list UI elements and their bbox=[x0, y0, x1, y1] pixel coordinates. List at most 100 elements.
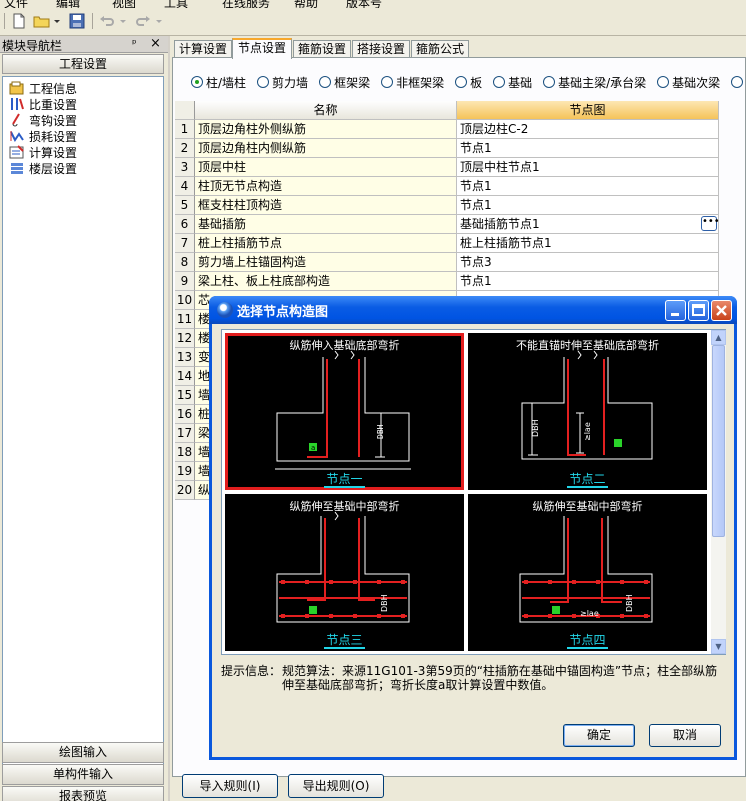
tab-stirrup-settings[interactable]: 箍筋设置 bbox=[293, 40, 351, 58]
nav-item-hook-settings[interactable]: 弯钩设置 bbox=[9, 112, 77, 128]
radio-option[interactable]: 框架梁 bbox=[319, 72, 370, 92]
radio-option[interactable]: 砌 bbox=[731, 72, 746, 92]
radio-button[interactable] bbox=[455, 76, 468, 88]
new-file-icon[interactable] bbox=[10, 12, 28, 30]
menu-item[interactable]: 视图 bbox=[112, 0, 136, 8]
tab-lap-settings[interactable]: 搭接设置 bbox=[352, 40, 410, 58]
node-3-diagram: DBH bbox=[276, 511, 410, 623]
scroll-down-icon[interactable]: ▼ bbox=[711, 639, 726, 654]
radio-button[interactable] bbox=[731, 76, 744, 88]
node-2-diagram: DBH ≥lae bbox=[521, 350, 653, 460]
nav-item-label: 计算设置 bbox=[29, 145, 78, 160]
tab-calc-settings[interactable]: 计算设置 bbox=[174, 40, 232, 58]
grid-cell-node[interactable]: 基础插筋节点1 bbox=[457, 215, 719, 234]
radio-option[interactable]: 柱/墙柱 bbox=[191, 72, 246, 92]
scroll-thumb[interactable] bbox=[712, 345, 725, 537]
grid-cell-node[interactable]: 顶层边柱C-2 bbox=[457, 120, 719, 139]
radio-label: 非框架梁 bbox=[396, 75, 445, 90]
cancel-button[interactable]: 取消 bbox=[649, 724, 721, 747]
row-number: 8 bbox=[175, 253, 195, 272]
menu-item[interactable]: 文件 bbox=[4, 0, 28, 8]
row-number: 7 bbox=[175, 234, 195, 253]
node-label-text: 节点一 bbox=[324, 472, 365, 488]
open-dropdown-icon[interactable] bbox=[52, 12, 62, 30]
nav-item-weight-settings[interactable]: 比重设置 bbox=[9, 96, 77, 112]
node-option-4[interactable]: 纵筋伸至基础中部弯折 ≥lae DBH 节点四 bbox=[468, 494, 707, 651]
pin-icon[interactable]: ᵖ bbox=[132, 37, 137, 50]
radio-button[interactable] bbox=[493, 76, 506, 88]
toolbar bbox=[0, 8, 746, 36]
dbh-label: DBH bbox=[625, 594, 634, 612]
row-number: 20 bbox=[175, 481, 195, 500]
undo-dropdown-icon[interactable] bbox=[118, 12, 128, 30]
menu-bar: 文件 编辑 视图 工具 在线服务 帮助 版本号 bbox=[0, 0, 746, 8]
scroll-up-icon[interactable]: ▲ bbox=[711, 330, 726, 345]
drawing-input-button[interactable]: 绘图输入 bbox=[2, 742, 164, 763]
minimize-button[interactable] bbox=[665, 300, 686, 321]
close-panel-icon[interactable]: × bbox=[150, 36, 161, 51]
redo-icon[interactable] bbox=[134, 12, 152, 30]
menu-item[interactable]: 工具 bbox=[164, 0, 188, 8]
menu-item[interactable]: 帮助 bbox=[294, 0, 318, 8]
project-settings-header[interactable]: 工程设置 bbox=[2, 54, 164, 74]
radio-option[interactable]: 非框架梁 bbox=[381, 72, 444, 92]
node-option-1[interactable]: 纵筋伸入基础底部弯折 DBH a 节点一 bbox=[225, 333, 464, 490]
node-option-3[interactable]: 纵筋伸至基础中部弯折 DBH 节点三 bbox=[225, 494, 464, 651]
row-number: 3 bbox=[175, 158, 195, 177]
import-rules-button[interactable]: 导入规则(I) bbox=[182, 774, 278, 798]
nav-item-floor-settings[interactable]: 楼层设置 bbox=[9, 160, 77, 176]
node-diagram-gallery: 纵筋伸入基础底部弯折 DBH a 节点一 不能直锚时伸至基础底部弯折 DBH ≥… bbox=[221, 329, 726, 655]
row-number: 18 bbox=[175, 443, 195, 462]
radio-option[interactable]: 板 bbox=[455, 72, 482, 92]
maximize-button[interactable] bbox=[688, 300, 709, 321]
radio-label: 基础主梁/承台梁 bbox=[558, 75, 647, 90]
grid-cell-name: 顶层边角柱外侧纵筋 bbox=[195, 120, 457, 139]
close-icon bbox=[716, 305, 727, 316]
grid-cell-node[interactable]: 节点3 bbox=[457, 253, 719, 272]
weight-settings-icon bbox=[11, 98, 24, 110]
nav-item-calc-settings[interactable]: 计算设置 bbox=[9, 144, 77, 160]
menu-item[interactable]: 在线服务 bbox=[222, 0, 270, 8]
a-label: a bbox=[311, 444, 315, 452]
browse-node-button[interactable]: ••• bbox=[701, 216, 720, 231]
grid-cell-name: 顶层边角柱内侧纵筋 bbox=[195, 139, 457, 158]
dbh-label: DBH bbox=[380, 594, 389, 612]
gallery-scrollbar[interactable]: ▲ ▼ bbox=[711, 330, 726, 654]
export-rules-button[interactable]: 导出规则(O) bbox=[288, 774, 384, 798]
open-folder-icon[interactable] bbox=[33, 12, 51, 30]
column-header-name: 名称 bbox=[195, 101, 457, 120]
nav-item-loss-settings[interactable]: 损耗设置 bbox=[9, 128, 77, 144]
radio-option[interactable]: 基础次梁 bbox=[657, 72, 720, 92]
close-button[interactable] bbox=[711, 300, 732, 321]
radio-button[interactable] bbox=[381, 76, 394, 88]
node-option-2[interactable]: 不能直锚时伸至基础底部弯折 DBH ≥lae 节点二 bbox=[468, 333, 707, 490]
grid-cell-node[interactable]: 节点1 bbox=[457, 196, 719, 215]
redo-dropdown-icon[interactable] bbox=[154, 12, 164, 30]
grid-cell-node[interactable]: 节点1 bbox=[457, 177, 719, 196]
ok-button[interactable]: 确定 bbox=[563, 724, 635, 747]
menu-item[interactable]: 版本号 bbox=[346, 0, 382, 8]
nav-item-project-info[interactable]: 工程信息 bbox=[9, 80, 77, 96]
radio-button[interactable] bbox=[191, 76, 203, 88]
radio-option[interactable]: 剪力墙 bbox=[257, 72, 308, 92]
grid-cell-node[interactable]: 节点1 bbox=[457, 139, 719, 158]
single-component-input-button[interactable]: 单构件输入 bbox=[2, 764, 164, 785]
save-icon[interactable] bbox=[68, 12, 86, 30]
undo-icon[interactable] bbox=[98, 12, 116, 30]
row-number: 12 bbox=[175, 329, 195, 348]
report-preview-button[interactable]: 报表预览 bbox=[2, 786, 164, 801]
radio-option[interactable]: 基础主梁/承台梁 bbox=[543, 72, 646, 92]
grid-cell-node[interactable]: 桩上柱插筋节点1 bbox=[457, 234, 719, 253]
grid-cell-node[interactable]: 顶层中柱节点1 bbox=[457, 158, 719, 177]
grid-cell-node[interactable]: 节点1 bbox=[457, 272, 719, 291]
radio-option[interactable]: 基础 bbox=[493, 72, 532, 92]
tab-node-settings[interactable]: 节点设置 bbox=[232, 38, 292, 59]
radio-button[interactable] bbox=[543, 76, 556, 88]
radio-button[interactable] bbox=[257, 76, 270, 88]
radio-button[interactable] bbox=[319, 76, 332, 88]
node-label-text: 节点二 bbox=[567, 472, 608, 488]
radio-button[interactable] bbox=[657, 76, 670, 88]
menu-item[interactable]: 编辑 bbox=[56, 0, 80, 8]
dialog-title-bar[interactable]: 选择节点构造图 bbox=[209, 296, 737, 324]
tab-stirrup-formula[interactable]: 箍筋公式 bbox=[411, 40, 469, 58]
